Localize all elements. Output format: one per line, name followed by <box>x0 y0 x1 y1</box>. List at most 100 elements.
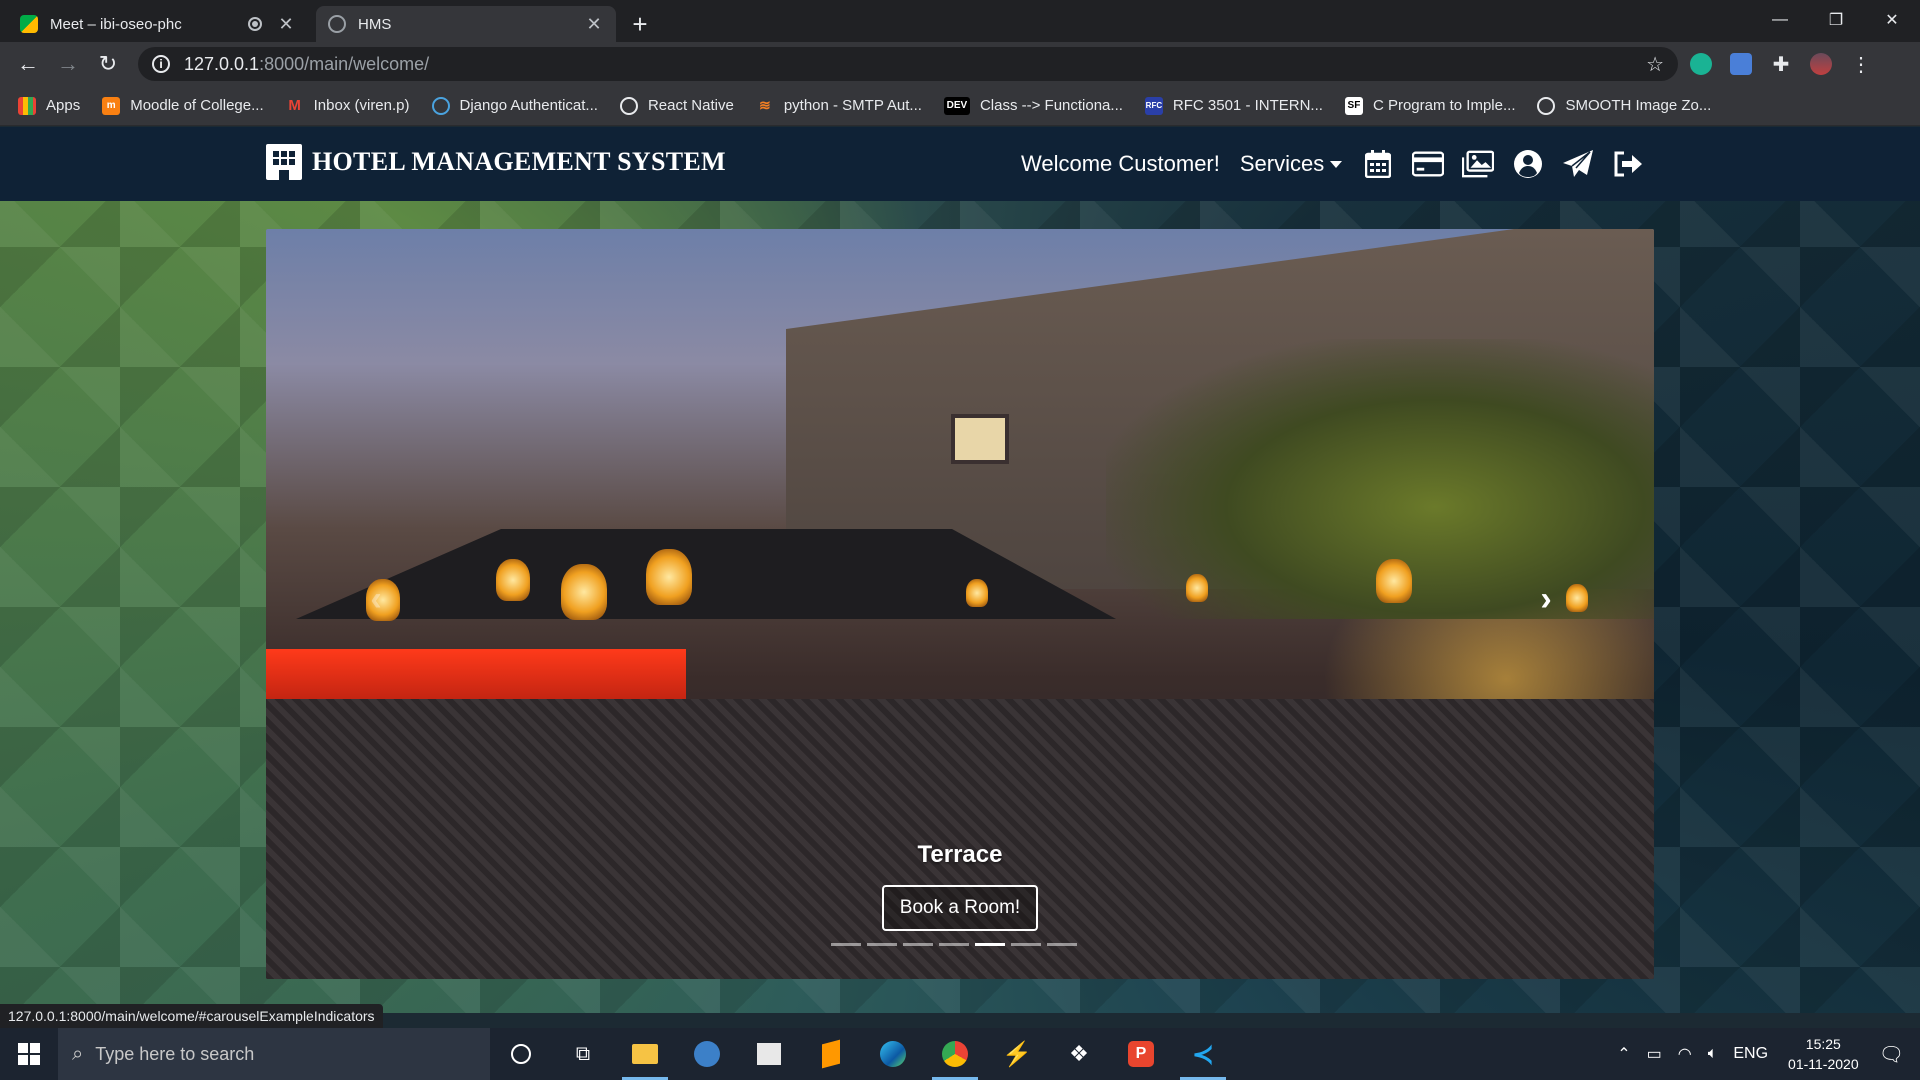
hotel-building-icon <box>266 144 302 180</box>
carousel-next-icon[interactable]: › <box>1526 579 1566 619</box>
extensions-puzzle-icon[interactable]: ✚ <box>1764 47 1798 81</box>
chevron-up-icon[interactable]: ⌃ <box>1617 1044 1630 1064</box>
notifications-icon[interactable]: 🗨︎ <box>1879 1042 1904 1067</box>
globe-icon <box>1537 96 1556 115</box>
address-bar[interactable]: i 127.0.0.1 :8000/main/welcome/ ☆ <box>138 47 1678 81</box>
reload-icon[interactable]: ↻ <box>88 44 128 84</box>
carousel-indicator[interactable] <box>831 943 861 946</box>
gmail-icon: M <box>288 97 301 114</box>
bookmark-label: Inbox (viren.p) <box>313 97 410 114</box>
carousel-indicator[interactable] <box>867 943 897 946</box>
bookmark-react-native[interactable]: React Native <box>619 96 734 115</box>
images-gallery-icon[interactable] <box>1462 148 1495 180</box>
bookmark-inbox[interactable]: M Inbox (viren.p) <box>286 97 410 115</box>
edge-icon[interactable] <box>862 1028 924 1080</box>
services-dropdown[interactable]: Services <box>1240 151 1343 177</box>
sublime-text-icon[interactable] <box>800 1028 862 1080</box>
bookmark-python-smtp[interactable]: ≋ python - SMTP Aut... <box>756 97 922 115</box>
bookmark-label: Apps <box>46 97 81 114</box>
language-indicator[interactable]: ENG <box>1733 1045 1768 1063</box>
bookmark-django[interactable]: Django Authenticat... <box>431 96 598 115</box>
url-path: :8000/main/welcome/ <box>259 53 430 74</box>
wifi-icon[interactable]: ◠ <box>1678 1044 1692 1064</box>
clock-time: 15:25 <box>1805 1036 1841 1052</box>
navbar-right: Welcome Customer! Services <box>1021 127 1662 201</box>
minimize-icon[interactable]: — <box>1752 0 1808 40</box>
qbittorrent-icon[interactable] <box>676 1028 738 1080</box>
new-tab-button[interactable]: + <box>622 6 658 42</box>
bookmark-label: SMOOTH Image Zo... <box>1565 97 1712 114</box>
bookmark-c-program[interactable]: SF C Program to Imple... <box>1344 96 1515 115</box>
bookmark-label: React Native <box>647 97 734 114</box>
brand-name: HOTEL MANAGEMENT SYSTEM <box>312 147 726 176</box>
tab-title: Meet – ibi-oseo-phc <box>50 15 182 33</box>
tab-hms[interactable]: HMS ✕ <box>316 6 616 42</box>
dropbox-icon[interactable]: ❖ <box>1048 1028 1110 1080</box>
credit-card-icon[interactable] <box>1412 148 1445 180</box>
bookmark-rfc3501[interactable]: RFC RFC 3501 - INTERN... <box>1144 96 1323 115</box>
task-view-icon[interactable]: ⧉ <box>552 1028 614 1080</box>
forward-arrow-icon[interactable]: → <box>48 44 88 84</box>
back-arrow-icon[interactable]: ← <box>8 44 48 84</box>
bookmark-class-functional[interactable]: DEV Class --> Functiona... <box>943 96 1123 115</box>
site-navbar: HOTEL MANAGEMENT SYSTEM Welcome Customer… <box>0 127 1920 201</box>
taskbar-clock[interactable]: 15:25 01-11-2020 <box>1788 1034 1859 1074</box>
browser-toolbar: ← → ↻ i 127.0.0.1 :8000/main/welcome/ ☆ … <box>0 42 1920 86</box>
bookmark-label: python - SMTP Aut... <box>783 97 922 114</box>
close-tab-icon[interactable]: ✕ <box>584 14 604 35</box>
restore-icon[interactable]: ❐ <box>1808 0 1864 40</box>
bookmarks-bar: Apps m Moodle of College... M Inbox (vir… <box>0 86 1920 126</box>
slide-title: Terrace <box>917 841 1003 868</box>
windows-taskbar: ⌕ Type here to search ⧉ ⚡ ❖ P ≺ ⌃ ▭ ◠ 🔈︎… <box>0 1028 1920 1080</box>
menu-kebab-icon[interactable]: ⋮ <box>1844 47 1878 81</box>
link-status-bubble: 127.0.0.1:8000/main/welcome/#carouselExa… <box>0 1004 383 1028</box>
bookmark-moodle[interactable]: m Moodle of College... <box>102 96 264 115</box>
lantern <box>646 549 692 605</box>
profile-avatar[interactable] <box>1804 47 1838 81</box>
bookmark-label: Django Authenticat... <box>459 97 598 114</box>
bookmark-star-icon[interactable]: ☆ <box>1646 52 1664 77</box>
globe-icon <box>328 15 346 33</box>
carousel-indicator[interactable] <box>1047 943 1077 946</box>
book-room-button[interactable]: Book a Room! <box>882 885 1038 931</box>
clock-date: 01-11-2020 <box>1788 1056 1859 1072</box>
chrome-icon[interactable] <box>924 1028 986 1080</box>
carousel-indicator[interactable] <box>1011 943 1041 946</box>
bookmark-smooth-zoom[interactable]: SMOOTH Image Zo... <box>1537 96 1712 115</box>
volume-icon[interactable]: 🔈︎ <box>1708 1045 1718 1063</box>
close-tab-icon[interactable]: ✕ <box>276 14 296 35</box>
globe-icon <box>619 96 638 115</box>
carousel-indicator[interactable] <box>903 943 933 946</box>
carousel-indicator[interactable] <box>939 943 969 946</box>
lantern <box>1376 559 1412 603</box>
brand-link[interactable]: HOTEL MANAGEMENT SYSTEM <box>266 144 726 180</box>
carousel-indicator-active[interactable] <box>975 943 1005 946</box>
windows-start-icon[interactable] <box>0 1028 58 1080</box>
carousel-prev-icon[interactable]: ‹ <box>356 579 396 619</box>
calendar-icon[interactable] <box>1362 148 1394 180</box>
sign-out-icon[interactable] <box>1612 148 1644 180</box>
search-icon: ⌕ <box>72 1042 84 1065</box>
vscode-icon[interactable]: ≺ <box>1172 1028 1234 1080</box>
taskbar-search-box[interactable]: ⌕ Type here to search <box>58 1028 490 1080</box>
bookmark-apps[interactable]: Apps <box>18 96 81 115</box>
paper-plane-icon[interactable] <box>1562 148 1594 180</box>
page-background: HOTEL MANAGEMENT SYSTEM Welcome Customer… <box>0 127 1920 1013</box>
close-window-icon[interactable]: ✕ <box>1864 0 1920 40</box>
translate-extension-icon[interactable] <box>1724 47 1758 81</box>
file-explorer-icon[interactable] <box>614 1028 676 1080</box>
lantern <box>1566 584 1588 612</box>
extension-m-icon[interactable] <box>1684 47 1718 81</box>
url-host: 127.0.0.1 <box>184 53 260 74</box>
system-tray: ⌃ ▭ ◠ 🔈︎ ENG 15:25 01-11-2020 🗨︎ <box>1609 1028 1920 1080</box>
cortana-icon[interactable] <box>490 1028 552 1080</box>
caret-down-icon <box>1330 160 1343 168</box>
site-info-icon[interactable]: i <box>152 55 170 73</box>
tab-meet[interactable]: Meet – ibi-oseo-phc ✕ <box>8 6 308 42</box>
store-icon[interactable] <box>738 1028 800 1080</box>
visual-studio-icon[interactable]: ⚡ <box>986 1028 1048 1080</box>
battery-icon[interactable]: ▭ <box>1647 1044 1662 1064</box>
postman-icon[interactable]: P <box>1110 1028 1172 1080</box>
lantern <box>561 564 607 620</box>
user-circle-icon[interactable] <box>1512 148 1544 180</box>
